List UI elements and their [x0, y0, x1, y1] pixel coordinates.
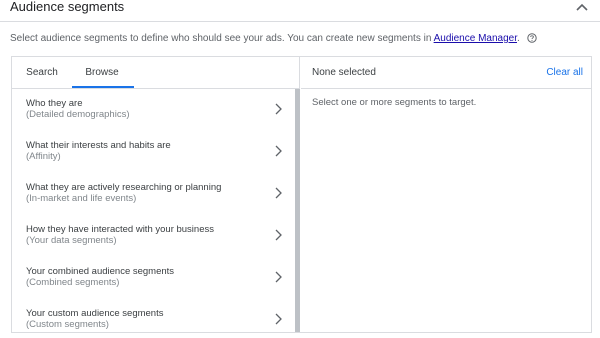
item-subtitle: (Your data segments) [26, 235, 117, 246]
segments-panel: Search Browse Who they are (Detailed dem… [11, 56, 592, 333]
selection-status: None selected [312, 67, 376, 78]
chevron-right-icon [275, 271, 282, 283]
chevron-right-icon [275, 145, 282, 157]
item-subtitle: (Custom segments) [26, 319, 109, 330]
chevron-right-icon [275, 187, 282, 199]
chevron-up-icon [576, 3, 588, 11]
active-tab-indicator [72, 86, 134, 88]
collapse-button[interactable] [574, 0, 590, 14]
browse-list: Who they are (Detailed demographics) Wha… [12, 89, 300, 332]
list-item-interests[interactable]: What their interests and habits are (Aff… [12, 131, 295, 173]
list-item-who-they-are[interactable]: Who they are (Detailed demographics) [12, 89, 295, 131]
list-item-interacted[interactable]: How they have interacted with your busin… [12, 215, 295, 257]
section-title: Audience segments [10, 0, 125, 14]
description-suffix: . [517, 33, 520, 44]
tab-browse[interactable]: Browse [70, 57, 134, 88]
description: Select audience segments to define who s… [10, 32, 537, 46]
chevron-right-icon [275, 229, 282, 241]
scrollbar-thumb[interactable] [295, 89, 300, 332]
list-item-researching[interactable]: What they are actively researching or pl… [12, 173, 295, 215]
list-item-custom[interactable]: Your custom audience segments (Custom se… [12, 299, 295, 332]
item-subtitle: (Affinity) [26, 151, 61, 162]
tab-search[interactable]: Search [20, 57, 64, 88]
section-header: Audience segments [0, 0, 600, 22]
chevron-right-icon [275, 103, 282, 115]
description-text: Select audience segments to define who s… [10, 33, 434, 44]
browse-pane: Search Browse Who they are (Detailed dem… [12, 57, 300, 332]
help-icon[interactable] [526, 33, 537, 43]
clear-all-button[interactable]: Clear all [546, 57, 583, 88]
audience-manager-link[interactable]: Audience Manager [434, 33, 517, 44]
item-subtitle: (In-market and life events) [26, 193, 137, 204]
chevron-right-icon [275, 313, 282, 325]
item-subtitle: (Combined segments) [26, 277, 120, 288]
selection-pane: None selected Clear all Select one or mo… [301, 57, 591, 332]
list-item-combined[interactable]: Your combined audience segments (Combine… [12, 257, 295, 299]
selection-header: None selected Clear all [301, 57, 591, 89]
scrollbar[interactable] [295, 89, 300, 332]
selection-hint: Select one or more segments to target. [312, 97, 477, 108]
tab-bar: Search Browse [12, 57, 300, 89]
item-subtitle: (Detailed demographics) [26, 109, 130, 120]
